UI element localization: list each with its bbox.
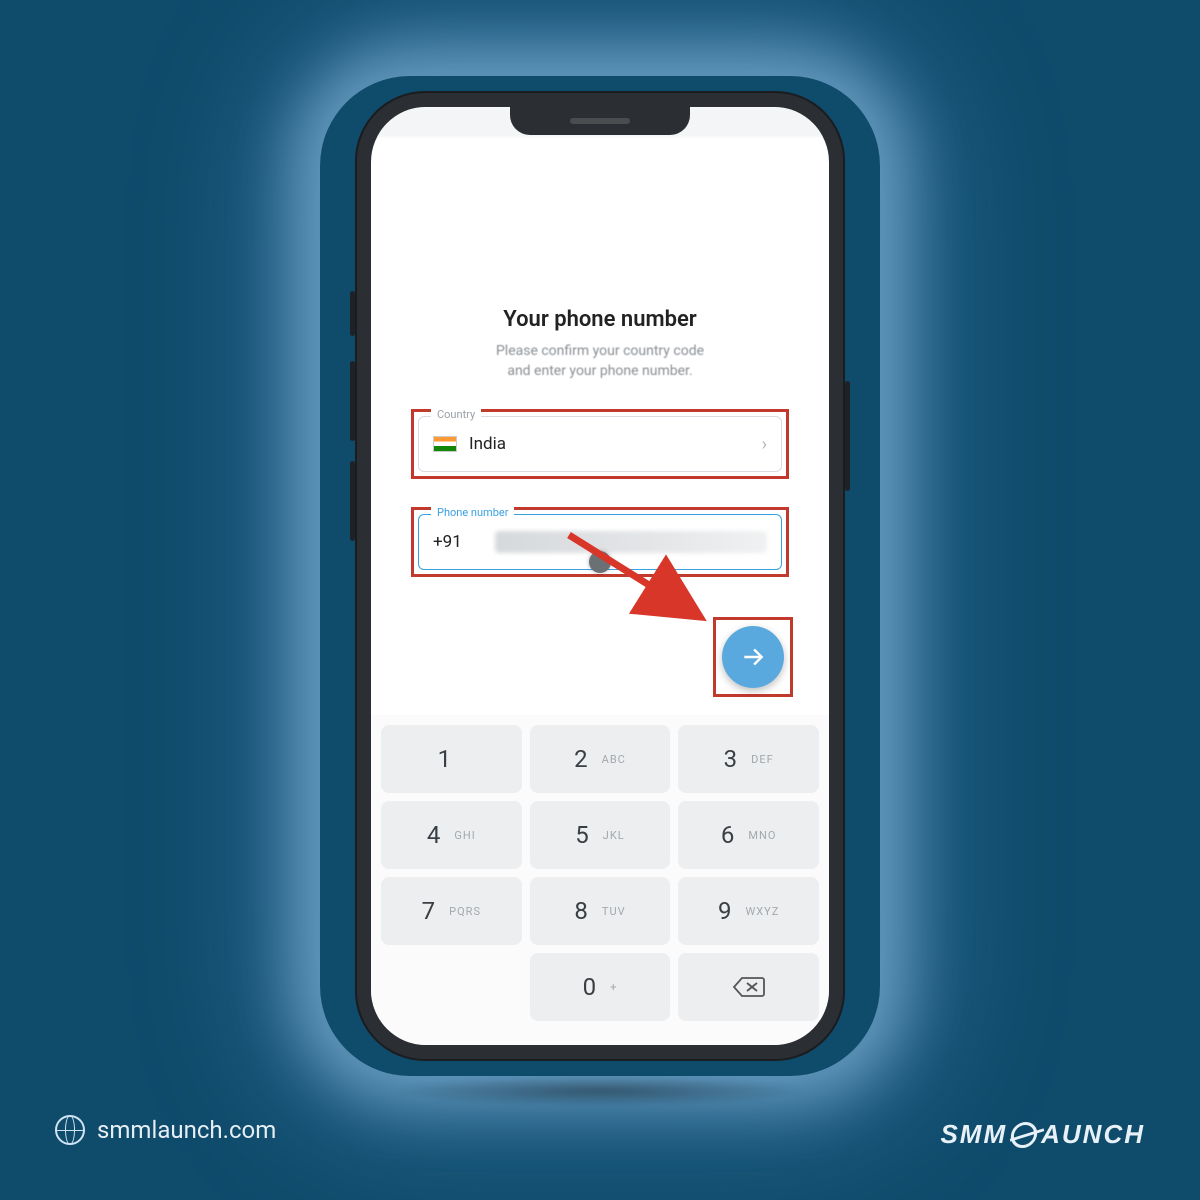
key-blank bbox=[381, 953, 522, 1021]
key-9[interactable]: 9WXYZ bbox=[678, 877, 819, 945]
country-name: India bbox=[469, 434, 750, 454]
phone-shadow bbox=[390, 1076, 810, 1106]
key-7[interactable]: 7PQRS bbox=[381, 877, 522, 945]
phone-field-highlight: Phone number +91 bbox=[411, 507, 789, 577]
next-button-highlight bbox=[713, 617, 793, 697]
phone-volume-down bbox=[350, 461, 355, 541]
page-subtitle: Please confirm your country code and ent… bbox=[401, 342, 799, 381]
login-content: Your phone number Please confirm your co… bbox=[371, 137, 829, 577]
redacted-number bbox=[495, 531, 767, 553]
key-5[interactable]: 5JKL bbox=[530, 801, 671, 869]
key-0[interactable]: 0+ bbox=[530, 953, 671, 1021]
country-label: Country bbox=[431, 408, 481, 421]
phone-power-button bbox=[845, 381, 850, 491]
brand-logo-left: SMM bbox=[940, 1119, 1007, 1150]
page-title: Your phone number bbox=[401, 307, 799, 332]
key-backspace[interactable] bbox=[678, 953, 819, 1021]
subtitle-line-2: and enter your phone number. bbox=[507, 363, 692, 379]
phone-volume-up bbox=[350, 361, 355, 441]
globe-icon bbox=[55, 1115, 85, 1145]
text-cursor-handle-icon bbox=[589, 551, 611, 573]
phone-screen: Your phone number Please confirm your co… bbox=[371, 107, 829, 1045]
chevron-right-icon: › bbox=[762, 434, 767, 455]
arrow-right-icon bbox=[740, 644, 766, 670]
country-selector[interactable]: Country India › bbox=[418, 416, 782, 472]
phone-side-button bbox=[350, 291, 355, 336]
phone-notch bbox=[510, 107, 690, 135]
phone-label: Phone number bbox=[431, 506, 514, 519]
key-6[interactable]: 6MNO bbox=[678, 801, 819, 869]
key-3[interactable]: 3DEF bbox=[678, 725, 819, 793]
subtitle-line-1: Please confirm your country code bbox=[496, 343, 704, 359]
footer-url: smmlaunch.com bbox=[55, 1115, 276, 1145]
country-code: +91 bbox=[433, 532, 483, 552]
flag-india-icon bbox=[433, 436, 457, 452]
key-2[interactable]: 2ABC bbox=[530, 725, 671, 793]
backspace-icon bbox=[732, 975, 766, 999]
numeric-keypad: 1 2ABC 3DEF 4GHI 5JKL 6MNO 7PQRS 8TUV 9W… bbox=[371, 715, 829, 1045]
country-field-highlight: Country India › bbox=[411, 409, 789, 479]
brand-logo-o-icon bbox=[1009, 1122, 1039, 1148]
phone-number-input[interactable]: Phone number +91 bbox=[418, 514, 782, 570]
key-8[interactable]: 8TUV bbox=[530, 877, 671, 945]
phone-frame: Your phone number Please confirm your co… bbox=[355, 91, 845, 1061]
key-4[interactable]: 4GHI bbox=[381, 801, 522, 869]
key-1[interactable]: 1 bbox=[381, 725, 522, 793]
footer-url-text: smmlaunch.com bbox=[97, 1116, 276, 1144]
brand-logo: SMM AUNCH bbox=[940, 1119, 1145, 1150]
next-button[interactable] bbox=[722, 626, 784, 688]
brand-logo-right: AUNCH bbox=[1041, 1119, 1145, 1150]
